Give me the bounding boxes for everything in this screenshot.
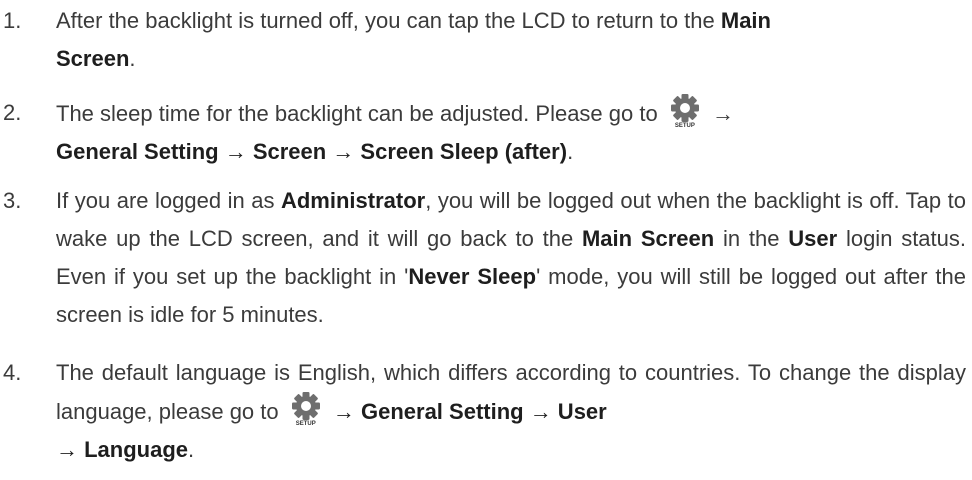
item-number: 4. bbox=[3, 360, 22, 385]
item-number: 2. bbox=[3, 100, 22, 125]
bold-menu-path: General Setting → Screen → Screen Sleep … bbox=[56, 139, 568, 164]
bold-term-main-screen: Main Screen bbox=[581, 226, 715, 251]
item-text-segment: . bbox=[129, 46, 136, 71]
bold-term-administrator: Administrator bbox=[280, 188, 426, 213]
bold-term-screen: Screen bbox=[56, 46, 130, 71]
item-number: 3. bbox=[3, 188, 22, 213]
item-text-segment: After the backlight is turned off, you c… bbox=[56, 8, 721, 33]
item-text-segment: The sleep time for the backlight can be … bbox=[56, 101, 658, 126]
bold-menu-path-language: → Language bbox=[56, 437, 189, 462]
bold-term-user: User bbox=[788, 226, 838, 251]
item-text-segment: . bbox=[567, 139, 574, 164]
item-text: The sleep time for the backlight can be … bbox=[56, 94, 966, 171]
arrow-glyph: → bbox=[711, 101, 734, 126]
setup-icon-label: SETUP bbox=[674, 123, 695, 129]
bold-term-main: Main bbox=[720, 8, 771, 33]
setup-gear-icon: SETUP bbox=[289, 392, 323, 428]
instruction-list: 1. After the backlight is turned off, yo… bbox=[0, 0, 972, 480]
bold-term-never-sleep: Never Sleep bbox=[408, 264, 537, 289]
item-number: 1. bbox=[3, 8, 22, 33]
item-text: If you are logged in as Administrator, y… bbox=[56, 182, 966, 334]
item-text-segment: . bbox=[188, 437, 195, 462]
item-text-segment: If you are logged in as bbox=[56, 188, 281, 213]
item-text: The default language is English, which d… bbox=[56, 354, 966, 469]
item-text: After the backlight is turned off, you c… bbox=[56, 2, 966, 78]
setup-gear-icon: SETUP bbox=[668, 94, 702, 130]
bold-menu-path: → General Setting → User bbox=[332, 399, 607, 424]
item-text-segment: in the bbox=[714, 226, 789, 251]
setup-icon-label: SETUP bbox=[295, 421, 316, 427]
